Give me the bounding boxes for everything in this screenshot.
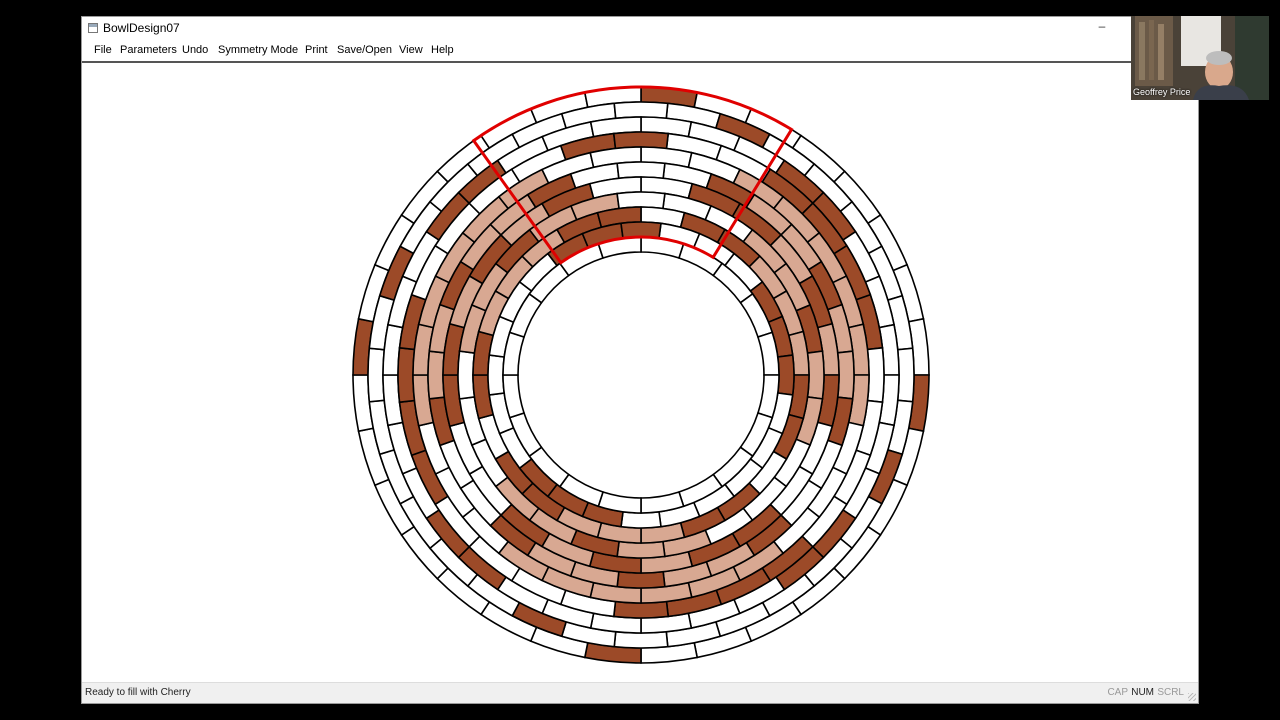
resize-grip-icon[interactable] xyxy=(1188,693,1196,701)
bowl-segment[interactable] xyxy=(487,354,506,396)
participant-name: Geoffrey Price xyxy=(1133,87,1191,97)
menu-undo[interactable]: Undo xyxy=(182,44,208,56)
app-window: BowlDesign07 – File Parameters Undo Symm… xyxy=(81,16,1199,704)
bowl-segment[interactable] xyxy=(612,600,670,619)
menu-parameters[interactable]: Parameters xyxy=(120,44,177,56)
bowl-segment[interactable] xyxy=(616,540,666,559)
minimize-button[interactable]: – xyxy=(1092,19,1112,37)
menu-view[interactable]: View xyxy=(399,44,423,56)
bowl-segment[interactable] xyxy=(806,350,825,400)
bowl-segment[interactable] xyxy=(616,191,666,210)
title-bar[interactable]: BowlDesign07 – xyxy=(82,17,1198,41)
menu-symmetry-mode[interactable]: Symmetry Mode xyxy=(218,44,298,56)
menu-print[interactable]: Print xyxy=(305,44,328,56)
menu-help[interactable]: Help xyxy=(431,44,454,56)
window-title: BowlDesign07 xyxy=(103,21,180,35)
design-canvas[interactable] xyxy=(82,63,1198,683)
scroll-lock-indicator: SCRL xyxy=(1157,687,1184,698)
menu-bar: File Parameters Undo Symmetry Mode Print… xyxy=(82,41,1198,63)
bowl-segment[interactable] xyxy=(836,350,855,400)
bowl-segment[interactable] xyxy=(866,346,885,404)
bowl-segment[interactable] xyxy=(620,510,662,529)
status-bar: Ready to fill with Cherry CAP NUM SCRL xyxy=(82,682,1198,703)
bowl-segment[interactable] xyxy=(616,570,666,589)
bowl-segment[interactable] xyxy=(612,131,670,150)
bowl-segment-diagram[interactable] xyxy=(82,63,1198,683)
menu-save-open[interactable]: Save/Open xyxy=(337,44,392,56)
menu-file[interactable]: File xyxy=(94,44,112,56)
bowl-segment[interactable] xyxy=(427,350,446,400)
num-lock-indicator: NUM xyxy=(1131,687,1154,698)
bowl-segment[interactable] xyxy=(367,347,386,403)
bowl-segment[interactable] xyxy=(397,346,416,404)
bowl-segment[interactable] xyxy=(613,101,669,120)
caps-lock-indicator: CAP xyxy=(1107,687,1128,698)
bowl-segment[interactable] xyxy=(613,630,669,649)
app-icon xyxy=(88,23,98,33)
bowl-segment[interactable] xyxy=(616,161,666,180)
bowl-segment[interactable] xyxy=(776,354,795,396)
bowl-segment[interactable] xyxy=(457,350,476,400)
webcam-overlay: Geoffrey Price xyxy=(1131,16,1269,100)
bowl-segment[interactable] xyxy=(896,347,915,403)
status-message: Ready to fill with Cherry xyxy=(85,687,191,698)
